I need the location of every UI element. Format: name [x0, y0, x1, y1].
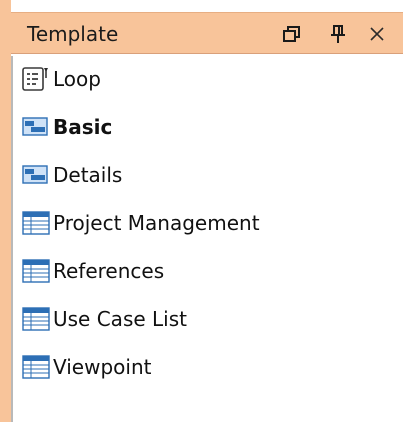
list-item-viewpoint[interactable]: Viewpoint — [21, 352, 151, 382]
list-item-label: Basic — [53, 115, 113, 139]
list-item-use-case-list[interactable]: Use Case List — [21, 304, 187, 334]
list-item-label: Project Management — [53, 211, 260, 235]
form-template-icon — [21, 160, 53, 190]
table-template-icon — [21, 304, 53, 334]
table-template-icon — [21, 208, 53, 238]
close-icon[interactable] — [364, 21, 390, 47]
list-item-references[interactable]: References — [21, 256, 164, 286]
list-item-label: References — [53, 259, 165, 283]
table-template-icon — [21, 256, 53, 286]
list-item-label: Details — [53, 163, 123, 187]
list-item-label: Use Case List — [53, 307, 187, 331]
restore-icon[interactable] — [279, 21, 305, 47]
panel-divider — [11, 56, 13, 422]
list-item-label: Loop — [53, 67, 101, 91]
list-item-details[interactable]: Details — [21, 160, 122, 190]
loop-template-icon — [21, 64, 53, 94]
list-item-project-management[interactable]: Project Management — [21, 208, 260, 238]
template-panel: Template Loop Basic Details Project Mana… — [0, 0, 412, 422]
panel-title: Template — [27, 22, 119, 46]
form-template-icon — [21, 112, 53, 142]
table-template-icon — [21, 352, 53, 382]
pin-icon[interactable] — [325, 21, 351, 47]
list-item-label: Viewpoint — [53, 355, 152, 379]
panel-left-border — [0, 0, 11, 422]
panel-header: Template — [11, 12, 403, 54]
list-item-loop[interactable]: Loop — [21, 64, 101, 94]
list-item-basic[interactable]: Basic — [21, 112, 112, 142]
